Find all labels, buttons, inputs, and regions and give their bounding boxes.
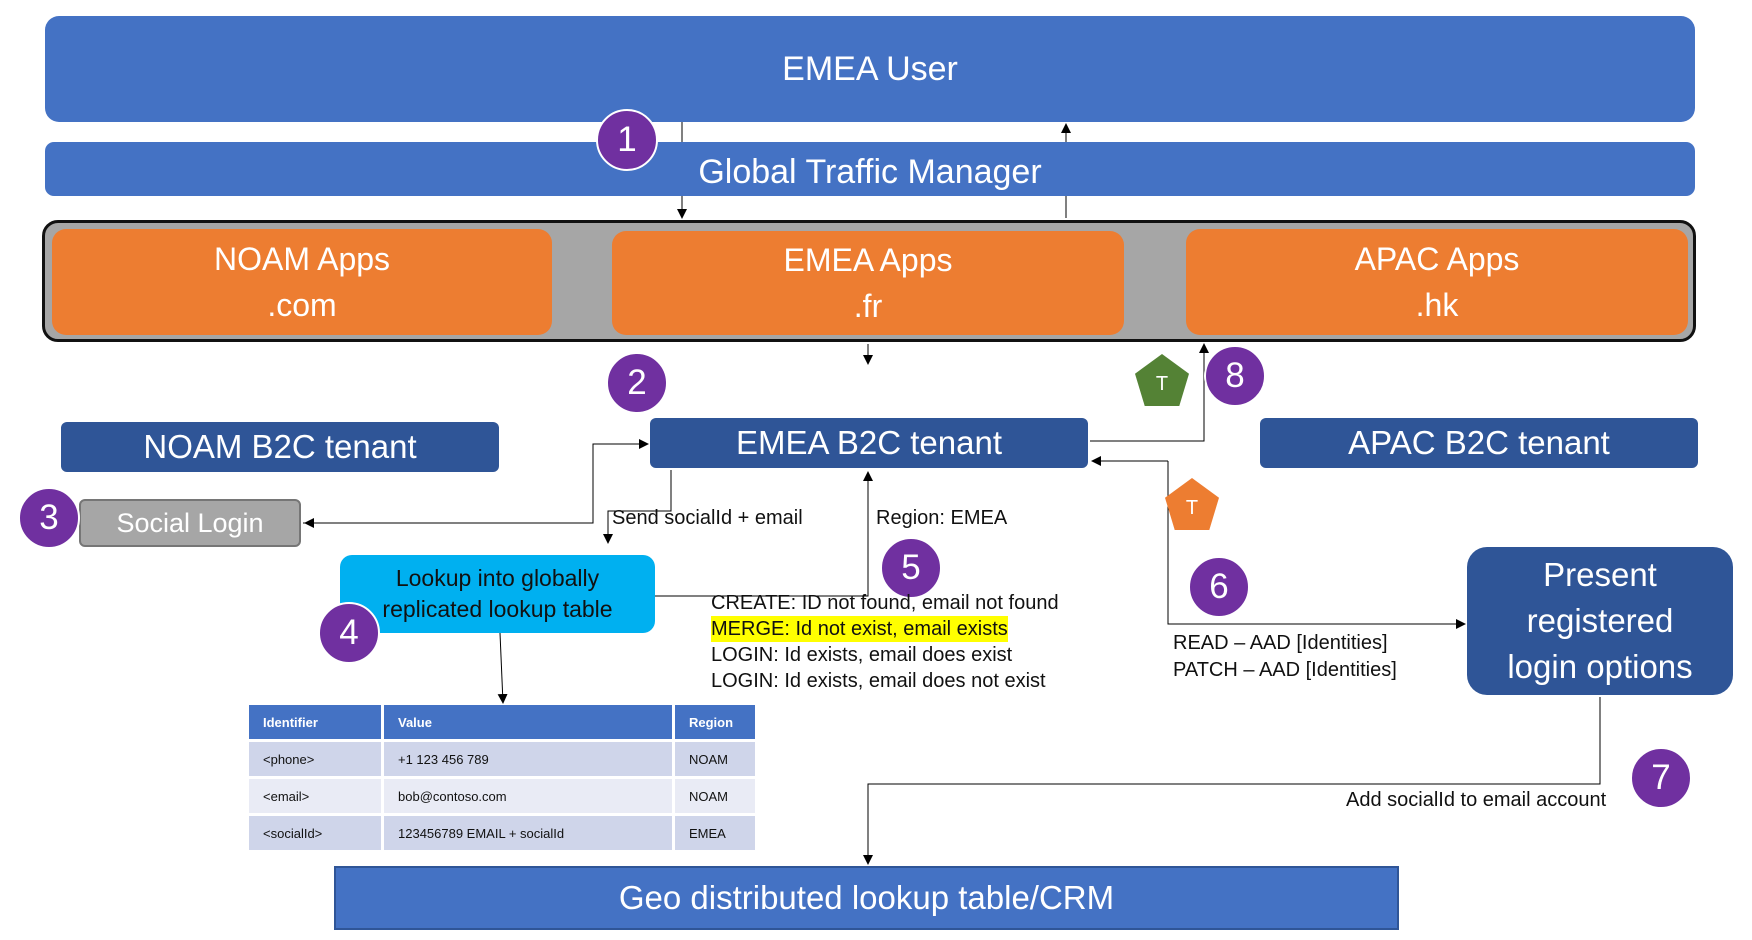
step-badge-4: 4 bbox=[318, 602, 380, 664]
noam-tenant-label: NOAM B2C tenant bbox=[143, 428, 417, 465]
global-traffic-manager-label: Global Traffic Manager bbox=[698, 152, 1042, 191]
emea-user-label: EMEA User bbox=[782, 49, 958, 88]
social-login-label: Social Login bbox=[116, 507, 264, 538]
noam-apps-name: NOAM Apps bbox=[213, 241, 391, 277]
apac-apps-domain: .hk bbox=[1415, 287, 1459, 323]
step-badge-1: 1 bbox=[596, 109, 658, 171]
outcome-merge: MERGE: Id not exist, email exists bbox=[711, 616, 1008, 642]
step-badge-3: 3 bbox=[18, 487, 80, 549]
global-traffic-manager-bar[interactable]: Global Traffic Manager bbox=[45, 142, 1695, 196]
present-line-1: Present bbox=[1543, 556, 1657, 593]
cell-value: +1 123 456 789 bbox=[384, 739, 672, 776]
table-header-row: Identifier Value Region bbox=[249, 705, 755, 739]
lookup-box[interactable]: Lookup into globally replicated lookup t… bbox=[340, 555, 655, 633]
table-row: <email> bob@contoso.com NOAM bbox=[249, 776, 755, 813]
column-header-identifier: Identifier bbox=[249, 705, 381, 739]
geo-distributed-lookup-box[interactable]: Geo distributed lookup table/CRM bbox=[334, 866, 1399, 930]
column-header-value: Value bbox=[384, 705, 672, 739]
lookup-line-1: Lookup into globally bbox=[395, 565, 600, 591]
aad-patch-label: PATCH – AAD [Identities] bbox=[1173, 659, 1397, 681]
geo-box-label: Geo distributed lookup table/CRM bbox=[618, 879, 1115, 916]
emea-tenant-label: EMEA B2C tenant bbox=[736, 424, 1002, 461]
table-row: <socialId> 123456789 EMAIL + socialId EM… bbox=[249, 813, 755, 850]
cell-value: bob@contoso.com bbox=[384, 776, 672, 813]
social-login-box[interactable]: Social Login bbox=[79, 499, 301, 547]
connector-present-to-geo bbox=[863, 697, 1601, 865]
step-badge-7: 7 bbox=[1630, 747, 1692, 809]
noam-apps-box[interactable]: NOAM Apps .com bbox=[52, 229, 552, 335]
present-line-2: registered bbox=[1526, 602, 1674, 639]
region-label: Region: EMEA bbox=[876, 507, 1008, 529]
apac-b2c-tenant[interactable]: APAC B2C tenant bbox=[1260, 418, 1698, 468]
emea-apps-box[interactable]: EMEA Apps .fr bbox=[612, 231, 1124, 335]
apac-apps-box[interactable]: APAC Apps .hk bbox=[1186, 229, 1688, 335]
present-line-3: login options bbox=[1507, 648, 1693, 685]
cell-value: 123456789 EMAIL + socialId bbox=[384, 813, 672, 850]
apac-apps-name: APAC Apps bbox=[1354, 241, 1520, 277]
cell-region: EMEA bbox=[675, 813, 755, 850]
send-social-label: Send socialId + email bbox=[612, 507, 803, 529]
lookup-line-2: replicated lookup table bbox=[382, 596, 613, 622]
cell-identifier: <socialId> bbox=[249, 813, 381, 850]
cell-identifier: <phone> bbox=[249, 739, 381, 776]
step-badge-2: 2 bbox=[606, 352, 668, 414]
cell-region: NOAM bbox=[675, 776, 755, 813]
cell-region: NOAM bbox=[675, 739, 755, 776]
outcome-create: CREATE: ID not found, email not found bbox=[711, 592, 1059, 614]
emea-apps-name: EMEA Apps bbox=[783, 242, 953, 278]
step-badge-6: 6 bbox=[1188, 556, 1250, 618]
noam-b2c-tenant[interactable]: NOAM B2C tenant bbox=[61, 422, 499, 472]
table-row: <phone> +1 123 456 789 NOAM bbox=[249, 739, 755, 776]
emea-user-bar[interactable]: EMEA User bbox=[45, 16, 1695, 122]
connector-lookup-to-table bbox=[497, 632, 508, 704]
apac-tenant-label: APAC B2C tenant bbox=[1348, 424, 1610, 461]
outcome-login-exists: LOGIN: Id exists, email does exist bbox=[711, 644, 1013, 666]
aad-read-label: READ – AAD [Identities] bbox=[1173, 632, 1388, 654]
outcome-login-not-exists: LOGIN: Id exists, email does not exist bbox=[711, 670, 1046, 692]
present-login-options-box[interactable]: Present registered login options bbox=[1467, 547, 1733, 695]
connector-lookup-to-tenant bbox=[655, 471, 873, 597]
cell-identifier: <email> bbox=[249, 776, 381, 813]
noam-apps-domain: .com bbox=[267, 287, 337, 323]
emea-apps-domain: .fr bbox=[853, 288, 883, 324]
add-social-label: Add socialId to email account bbox=[1346, 789, 1607, 811]
lookup-table: Identifier Value Region <phone> +1 123 4… bbox=[246, 705, 758, 850]
column-header-region: Region bbox=[675, 705, 755, 739]
emea-b2c-tenant[interactable]: EMEA B2C tenant bbox=[650, 418, 1088, 468]
step-badge-8: 8 bbox=[1204, 345, 1266, 407]
